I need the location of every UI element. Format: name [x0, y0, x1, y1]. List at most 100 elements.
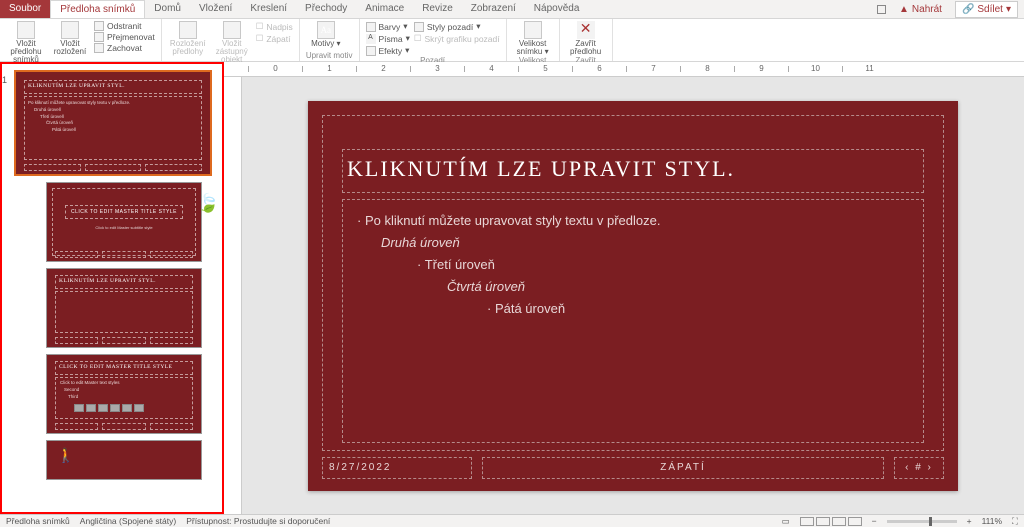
insert-layout-label: Vložit rozložení: [50, 40, 90, 56]
zoom-slider[interactable]: [887, 520, 957, 523]
tab-transitions[interactable]: Přechody: [296, 0, 356, 18]
status-a11y[interactable]: Přístupnost: Prostudujte si doporučení: [186, 516, 330, 526]
layout-thumbnail-1[interactable]: CLICK TO EDIT MASTER TITLE STYLE Click t…: [46, 182, 202, 262]
hide-bg-checkbox: ☐ Skrýt grafiku pozadí: [414, 33, 500, 44]
rename-icon: [94, 32, 104, 42]
layout3-title: CLICK TO EDIT MASTER TITLE STYLE: [55, 361, 193, 375]
effects-button[interactable]: Efekty ▾: [366, 45, 410, 56]
tab-review[interactable]: Revize: [413, 0, 462, 18]
group-edit-master: Vložit předlohu snímků Vložit rozložení …: [0, 19, 162, 61]
master-thumb-title: KLIKNUTÍM LZE UPRAVIT STYL.: [24, 80, 202, 94]
zoom-value[interactable]: 111%: [982, 516, 1002, 526]
horizontal-ruler[interactable]: 0 1 2 3 4 5 6 7 8 9 10 11: [224, 62, 1024, 77]
rename-label: Přejmenovat: [107, 32, 155, 42]
insert-layout-button[interactable]: Vložit rozložení: [50, 21, 90, 56]
colors-label: Barvy: [379, 22, 401, 32]
colors-button[interactable]: Barvy ▾: [366, 21, 410, 32]
ruler-tick: 11: [842, 66, 896, 72]
bg-styles-icon: [414, 22, 424, 32]
group-background: Barvy ▾ APísma ▾ Efekty ▾ Styly pozadí ▾…: [360, 19, 507, 61]
zoom-in-button[interactable]: +: [967, 516, 972, 526]
ruler-tick: 9: [734, 66, 788, 72]
insert-slide-master-button[interactable]: Vložit předlohu snímků: [6, 21, 46, 64]
footer-placeholder[interactable]: ZÁPATÍ: [482, 457, 884, 479]
slide-size-icon: [524, 21, 542, 39]
master-thumb-lines: Po kliknutí můžete upravovat styly textu…: [28, 100, 198, 134]
view-normal-button[interactable]: [800, 517, 814, 526]
master-thumbnail[interactable]: 1 KLIKNUTÍM LZE UPRAVIT STYL. Po kliknut…: [14, 70, 212, 176]
slide-master[interactable]: KLIKNUTÍM LZE UPRAVIT STYL. Po kliknutí …: [308, 101, 958, 491]
tab-animations[interactable]: Animace: [356, 0, 413, 18]
master-thumb-number: 1: [2, 75, 7, 85]
master-layout-icon: [179, 21, 197, 39]
preserve-icon: [94, 43, 104, 53]
close-master-label: Zavřít předlohu: [566, 40, 606, 56]
text-level-3: Třetí úroveň: [357, 254, 909, 276]
status-bar: Předloha snímků Angličtina (Spojené stát…: [0, 514, 1024, 527]
group-size: Velikost snímku ▾ Velikost: [507, 19, 560, 61]
ruler-tick: 0: [248, 66, 302, 72]
view-buttons: [800, 517, 862, 526]
layout2-title: KLIKNUTÍM LZE UPRAVIT STYL.: [55, 275, 193, 289]
ruler-tick: 4: [464, 66, 518, 72]
view-slideshow-button[interactable]: [848, 517, 862, 526]
person-icon: 🚶: [47, 441, 201, 464]
status-mode: Předloha snímků: [6, 516, 70, 526]
ruler-tick: 10: [788, 66, 842, 72]
fonts-button[interactable]: APísma ▾: [366, 33, 410, 44]
layout3-text: Click to edit Master text stylesSecondTh…: [60, 380, 180, 400]
tab-home[interactable]: Domů: [145, 0, 190, 18]
slide-size-button[interactable]: Velikost snímku ▾: [513, 21, 553, 56]
thumbnail-panel[interactable]: 1 KLIKNUTÍM LZE UPRAVIT STYL. Po kliknut…: [0, 62, 224, 514]
themes-icon: Aa: [317, 21, 335, 39]
delete-button[interactable]: Odstranit: [94, 21, 155, 31]
master-layout-button: Rozložení předlohy: [168, 21, 208, 56]
main-area: 1 KLIKNUTÍM LZE UPRAVIT STYL. Po kliknut…: [0, 62, 1024, 514]
date-placeholder[interactable]: 8/27/2022: [322, 457, 472, 479]
colors-icon: [366, 22, 376, 32]
close-master-button[interactable]: ✕ Zavřít předlohu: [566, 21, 606, 56]
insert-layout-icon: [61, 21, 79, 39]
layout1-footers: [55, 251, 193, 258]
tab-slide-master[interactable]: Předloha snímků: [50, 0, 145, 18]
rename-button[interactable]: Přejmenovat: [94, 32, 155, 42]
delete-label: Odstranit: [107, 21, 142, 31]
view-reading-button[interactable]: [832, 517, 846, 526]
editor-area: 0 1 2 3 4 5 6 7 8 9 10 11 KLIKNUTÍM LZE …: [224, 62, 1024, 514]
tab-file[interactable]: Soubor: [0, 0, 50, 18]
upload-button[interactable]: ▲ Nahrát: [892, 1, 949, 18]
tab-view[interactable]: Zobrazení: [462, 0, 525, 18]
preserve-label: Zachovat: [107, 43, 142, 53]
title-checkbox-label: Nadpis: [266, 22, 292, 32]
zoom-out-button[interactable]: −: [872, 516, 877, 526]
layout-thumbnail-3[interactable]: CLICK TO EDIT MASTER TITLE STYLE Click t…: [46, 354, 202, 434]
preserve-button[interactable]: Zachovat: [94, 43, 155, 53]
fonts-label: Písma: [379, 34, 403, 44]
layout1-subtitle: Click to edit Master subtitle style: [65, 225, 183, 230]
themes-button[interactable]: Aa Motivy ▾: [306, 21, 346, 48]
bg-styles-label: Styly pozadí: [427, 22, 473, 32]
notes-button[interactable]: ▭: [782, 516, 790, 527]
title-checkbox: ☐ Nadpis: [256, 21, 293, 32]
text-level-2: Druhá úroveň: [357, 232, 909, 254]
footer-checkbox: ☐ Zápatí: [256, 33, 293, 44]
layout-thumbnail-4[interactable]: 🚶: [46, 440, 202, 480]
master-layout-label: Rozložení předlohy: [168, 40, 208, 56]
content-placeholder[interactable]: Po kliknutí můžete upravovat styly textu…: [342, 199, 924, 443]
view-sorter-button[interactable]: [816, 517, 830, 526]
slide-canvas[interactable]: KLIKNUTÍM LZE UPRAVIT STYL. Po kliknutí …: [242, 77, 1024, 514]
bg-styles-button[interactable]: Styly pozadí ▾: [414, 21, 500, 32]
status-language[interactable]: Angličtina (Spojené státy): [80, 516, 176, 526]
layout-thumbnail-2[interactable]: KLIKNUTÍM LZE UPRAVIT STYL.: [46, 268, 202, 348]
title-placeholder[interactable]: KLIKNUTÍM LZE UPRAVIT STYL.: [342, 149, 924, 193]
insert-placeholder-button: Vložit zástupný objekt: [212, 21, 252, 64]
share-button[interactable]: 🔗 Sdílet ▾: [955, 1, 1018, 18]
ruler-tick: 3: [410, 66, 464, 72]
vertical-ruler[interactable]: [224, 77, 242, 514]
slide-number-placeholder[interactable]: ‹ # ›: [894, 457, 944, 479]
fit-to-window-button[interactable]: ⛶: [1012, 516, 1018, 527]
tab-drawing[interactable]: Kreslení: [241, 0, 296, 18]
footer-checkbox-label: Zápatí: [266, 34, 290, 44]
tab-insert[interactable]: Vložení: [190, 0, 241, 18]
tab-help[interactable]: Nápověda: [525, 0, 589, 18]
